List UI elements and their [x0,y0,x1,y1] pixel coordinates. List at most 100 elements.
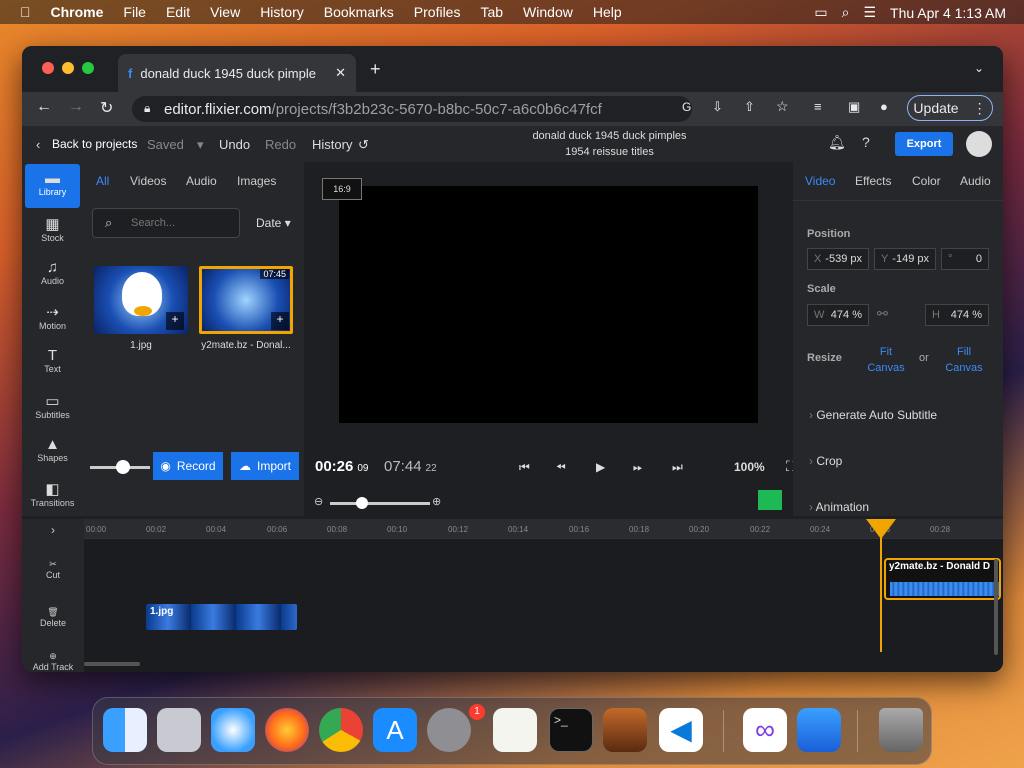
rail-stock[interactable]: ▦ Stock [25,209,80,253]
video-clip[interactable]: y2mate.bz - Donald D [884,558,1001,600]
google-icon[interactable]: G [682,100,691,114]
add-to-timeline-icon[interactable]: + [271,312,289,330]
tab-search-icon[interactable]: ⌄ [974,61,984,75]
import-button[interactable]: ☁ Import [231,452,299,480]
position-x-field[interactable]: X -539 px [807,248,869,270]
help-icon[interactable]: ? [862,134,870,150]
export-button[interactable]: Export [895,132,953,156]
app-store-icon[interactable]: A [373,708,417,752]
bookmark-star-icon[interactable]: ☆ [776,98,789,115]
terminal-icon[interactable]: >_ [549,708,593,752]
apple-icon[interactable]:  [20,4,31,20]
weather-icon[interactable] [797,708,841,752]
fill-canvas-button[interactable]: Fill Canvas [943,344,985,376]
close-tab-icon[interactable]: ✕ [335,65,346,81]
media-thumb-2[interactable]: 07:45 + [199,266,293,334]
skip-end-icon[interactable]: ⏭︎ [672,460,683,475]
zoom-slider-thumb[interactable] [356,497,368,509]
rail-audio[interactable]: ♫ Audio [25,253,80,297]
menu-history[interactable]: History [260,4,304,20]
reload-icon[interactable]: ↻ [100,98,113,118]
skip-start-icon[interactable]: ⏮︎ [519,460,530,475]
add-track-button[interactable]: ⊕ Add Track [30,651,76,672]
preview-canvas[interactable] [339,186,758,423]
textedit-icon[interactable] [493,708,537,752]
rewind-icon[interactable]: ⏪︎ [556,460,566,475]
forward-icon[interactable]: → [68,98,84,116]
menu-bookmarks[interactable]: Bookmarks [324,4,394,20]
scale-h-field[interactable]: H 474 % [925,304,989,326]
more-menu-icon[interactable]: ⋮ [973,100,987,117]
avatar[interactable] [966,131,992,157]
add-to-timeline-icon[interactable]: + [166,312,184,330]
props-tab-effects[interactable]: Effects [855,174,891,188]
menu-view[interactable]: View [210,4,240,20]
clock[interactable]: Thu Apr 4 1:13 AM [890,5,1006,21]
new-tab-icon[interactable]: + [370,59,381,80]
zoom-in-icon[interactable]: ⊕ [432,495,441,508]
library-tab-images[interactable]: Images [237,174,276,188]
rail-shapes[interactable]: ▲ Shapes [25,430,80,474]
props-tab-audio[interactable]: Audio [960,174,991,188]
project-title[interactable]: donald duck 1945 duck pimples 1954 reissu… [502,128,717,160]
library-tab-videos[interactable]: Videos [130,174,166,188]
close-window-button[interactable] [42,62,54,74]
menu-tab[interactable]: Tab [480,4,503,20]
scale-w-field[interactable]: W 474 % [807,304,869,326]
update-button[interactable]: Update ⋮ [907,95,993,121]
redo-button[interactable]: Redo [265,137,296,152]
sort-dropdown[interactable]: Date ▾ [256,216,291,230]
back-icon[interactable]: ← [36,98,52,116]
visual-studio-icon[interactable]: ∞ [743,708,787,752]
reading-list-icon[interactable]: ≡ [814,99,822,114]
menu-edit[interactable]: Edit [166,4,190,20]
fast-forward-icon[interactable]: ⏩︎ [633,460,643,475]
undo-button[interactable]: Undo [219,137,250,152]
zoom-slider-track[interactable] [330,502,430,505]
rail-subtitles[interactable]: ▭ Subtitles [25,386,80,430]
record-button[interactable]: ◉ Record [153,452,223,480]
screen-mirror-icon[interactable]: ▭ [814,4,827,21]
history-icon[interactable]: ↺ [358,137,369,153]
trash-bin-icon[interactable] [879,708,923,752]
zoom-window-button[interactable] [82,62,94,74]
browser-tab[interactable]: f donald duck 1945 duck pimple ✕ [118,54,356,92]
history-button[interactable]: History [312,137,352,152]
section-animation[interactable]: › Animation [809,500,869,514]
rail-library[interactable]: ▬ Library [25,164,80,208]
media-thumb-1[interactable]: + [94,266,188,334]
thumb-size-slider-thumb[interactable] [116,460,130,474]
props-tab-video[interactable]: Video [805,174,835,188]
search-input[interactable]: Search... [131,217,175,229]
section-auto-subtitle[interactable]: › Generate Auto Subtitle [809,408,937,422]
play-icon[interactable]: ▶ [596,460,605,474]
rotation-field[interactable]: ° 0 [941,248,989,270]
finder-icon[interactable] [103,708,147,752]
system-settings-icon[interactable] [427,708,471,752]
vscode-icon[interactable]: ◀ [659,708,703,752]
launchpad-icon[interactable] [157,708,201,752]
saved-dropdown-icon[interactable]: ▾ [197,137,204,153]
profile-icon[interactable]: ● [880,99,888,114]
firefox-icon[interactable] [265,708,309,752]
bell-icon[interactable]: 🔔︎ [828,134,846,151]
menu-profiles[interactable]: Profiles [414,4,461,20]
position-y-field[interactable]: Y -149 px [874,248,936,270]
menu-help[interactable]: Help [593,4,622,20]
cut-button[interactable]: ✂ Cut [30,559,76,580]
side-panel-icon[interactable]: ▣ [848,99,860,115]
chrome-icon[interactable] [319,708,363,752]
rail-motion[interactable]: ⇢ Motion [25,297,80,341]
menu-window[interactable]: Window [523,4,573,20]
rail-text[interactable]: T Text [25,341,80,385]
timeline-ruler[interactable]: 00:00 00:02 00:04 00:06 00:08 00:10 00:1… [84,519,1003,539]
url-field[interactable]: 🔒︎ editor.flixier.com/projects/f3b2b23c-… [132,96,692,122]
section-crop[interactable]: › Crop [809,454,842,468]
fit-canvas-button[interactable]: Fit Canvas [865,344,907,376]
search-box[interactable]: ⌕ Search... [92,208,240,238]
zoom-level[interactable]: 100% [734,460,765,474]
menu-app[interactable]: Chrome [51,4,104,20]
library-tab-audio[interactable]: Audio [186,174,217,188]
zoom-out-icon[interactable]: ⊖ [314,495,323,508]
control-center-icon[interactable]: ☰ [863,4,876,21]
